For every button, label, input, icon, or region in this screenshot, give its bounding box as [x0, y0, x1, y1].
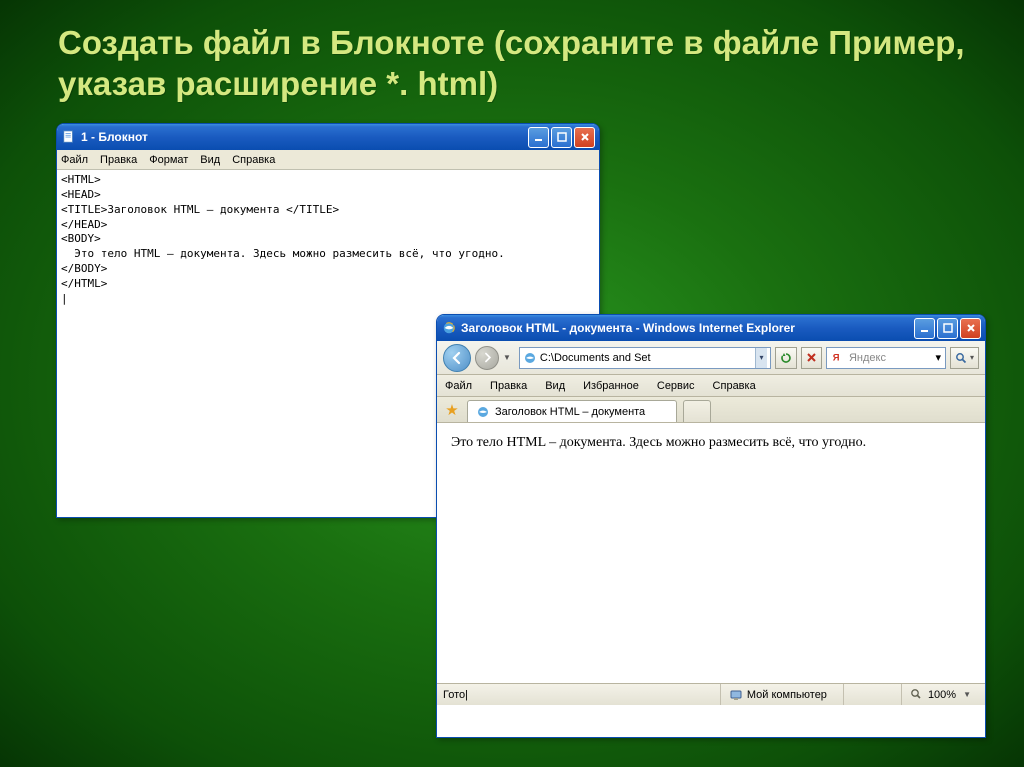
- ie-close-button[interactable]: [960, 318, 981, 339]
- slide-title: Создать файл в Блокноте (сохраните в фай…: [58, 22, 968, 105]
- close-button[interactable]: [574, 127, 595, 148]
- menu-view[interactable]: Вид: [200, 154, 220, 166]
- tab-page-icon: [476, 405, 490, 419]
- ie-menu-favorites[interactable]: Избранное: [583, 380, 639, 392]
- tab-label: Заголовок HTML – документа: [495, 406, 645, 418]
- yandex-icon: Я: [831, 351, 845, 365]
- menu-edit[interactable]: Правка: [100, 154, 137, 166]
- ie-page-content: Это тело HTML – документа. Здесь можно р…: [437, 423, 985, 683]
- svg-text:Я: Я: [833, 351, 840, 362]
- minimize-button[interactable]: [528, 127, 549, 148]
- refresh-button[interactable]: [775, 347, 797, 369]
- ie-window: Заголовок HTML - документа - Windows Int…: [436, 314, 986, 738]
- search-go-button[interactable]: ▾: [950, 347, 979, 369]
- ie-tabbar: ★ Заголовок HTML – документа: [437, 397, 985, 423]
- nav-history-dropdown-icon[interactable]: ▼: [503, 353, 511, 362]
- notepad-menubar: Файл Правка Формат Вид Справка: [57, 150, 599, 170]
- stop-button[interactable]: [801, 347, 822, 369]
- tab-new[interactable]: [683, 400, 711, 422]
- ie-statusbar: Гото| Мой компьютер 100% ▼: [437, 683, 985, 705]
- page-body-text: Это тело HTML – документа. Здесь можно р…: [451, 435, 866, 450]
- maximize-button[interactable]: [551, 127, 572, 148]
- ie-menu-help[interactable]: Справка: [713, 380, 756, 392]
- ie-menu-view[interactable]: Вид: [545, 380, 565, 392]
- ie-menubar: Файл Правка Вид Избранное Сервис Справка: [437, 375, 985, 397]
- notepad-titlebar[interactable]: 1 - Блокнот: [57, 124, 599, 150]
- status-zone: Мой компьютер: [720, 684, 835, 705]
- menu-format[interactable]: Формат: [149, 154, 188, 166]
- ie-title: Заголовок HTML - документа - Windows Int…: [461, 321, 914, 335]
- back-button[interactable]: [443, 344, 471, 372]
- menu-file[interactable]: Файл: [61, 154, 88, 166]
- ie-menu-file[interactable]: Файл: [445, 380, 472, 392]
- status-text: Гото|: [443, 689, 468, 701]
- zoom-dropdown-icon[interactable]: ▼: [963, 690, 971, 699]
- computer-icon: [729, 688, 743, 702]
- search-box[interactable]: Я Яндекс ▾: [826, 347, 946, 369]
- status-zoom[interactable]: 100% ▼: [901, 684, 979, 705]
- ie-titlebar[interactable]: Заголовок HTML - документа - Windows Int…: [437, 315, 985, 341]
- ie-menu-tools[interactable]: Сервис: [657, 380, 695, 392]
- forward-button[interactable]: [475, 346, 499, 370]
- zoom-icon: [910, 688, 924, 702]
- notepad-title: 1 - Блокнот: [81, 130, 528, 144]
- address-text: C:\Documents and Set: [540, 352, 752, 364]
- ie-icon: [441, 320, 457, 336]
- ie-menu-edit[interactable]: Правка: [490, 380, 527, 392]
- menu-help[interactable]: Справка: [232, 154, 275, 166]
- zoom-text: 100%: [928, 689, 956, 701]
- page-icon: [523, 351, 537, 365]
- address-bar[interactable]: C:\Documents and Set ▾: [519, 347, 771, 369]
- favorites-star-icon[interactable]: ★: [443, 401, 461, 419]
- ie-minimize-button[interactable]: [914, 318, 935, 339]
- tab-active[interactable]: Заголовок HTML – документа: [467, 400, 677, 422]
- status-zone-text: Мой компьютер: [747, 689, 827, 701]
- search-placeholder: Яндекс: [849, 352, 931, 364]
- search-dropdown-icon[interactable]: ▾: [935, 351, 941, 364]
- ie-maximize-button[interactable]: [937, 318, 958, 339]
- address-dropdown-icon[interactable]: ▾: [755, 348, 767, 368]
- status-protected: [843, 684, 893, 705]
- notepad-icon: [61, 129, 77, 145]
- ie-navbar: ▼ C:\Documents and Set ▾ Я Яндекс ▾ ▾: [437, 341, 985, 375]
